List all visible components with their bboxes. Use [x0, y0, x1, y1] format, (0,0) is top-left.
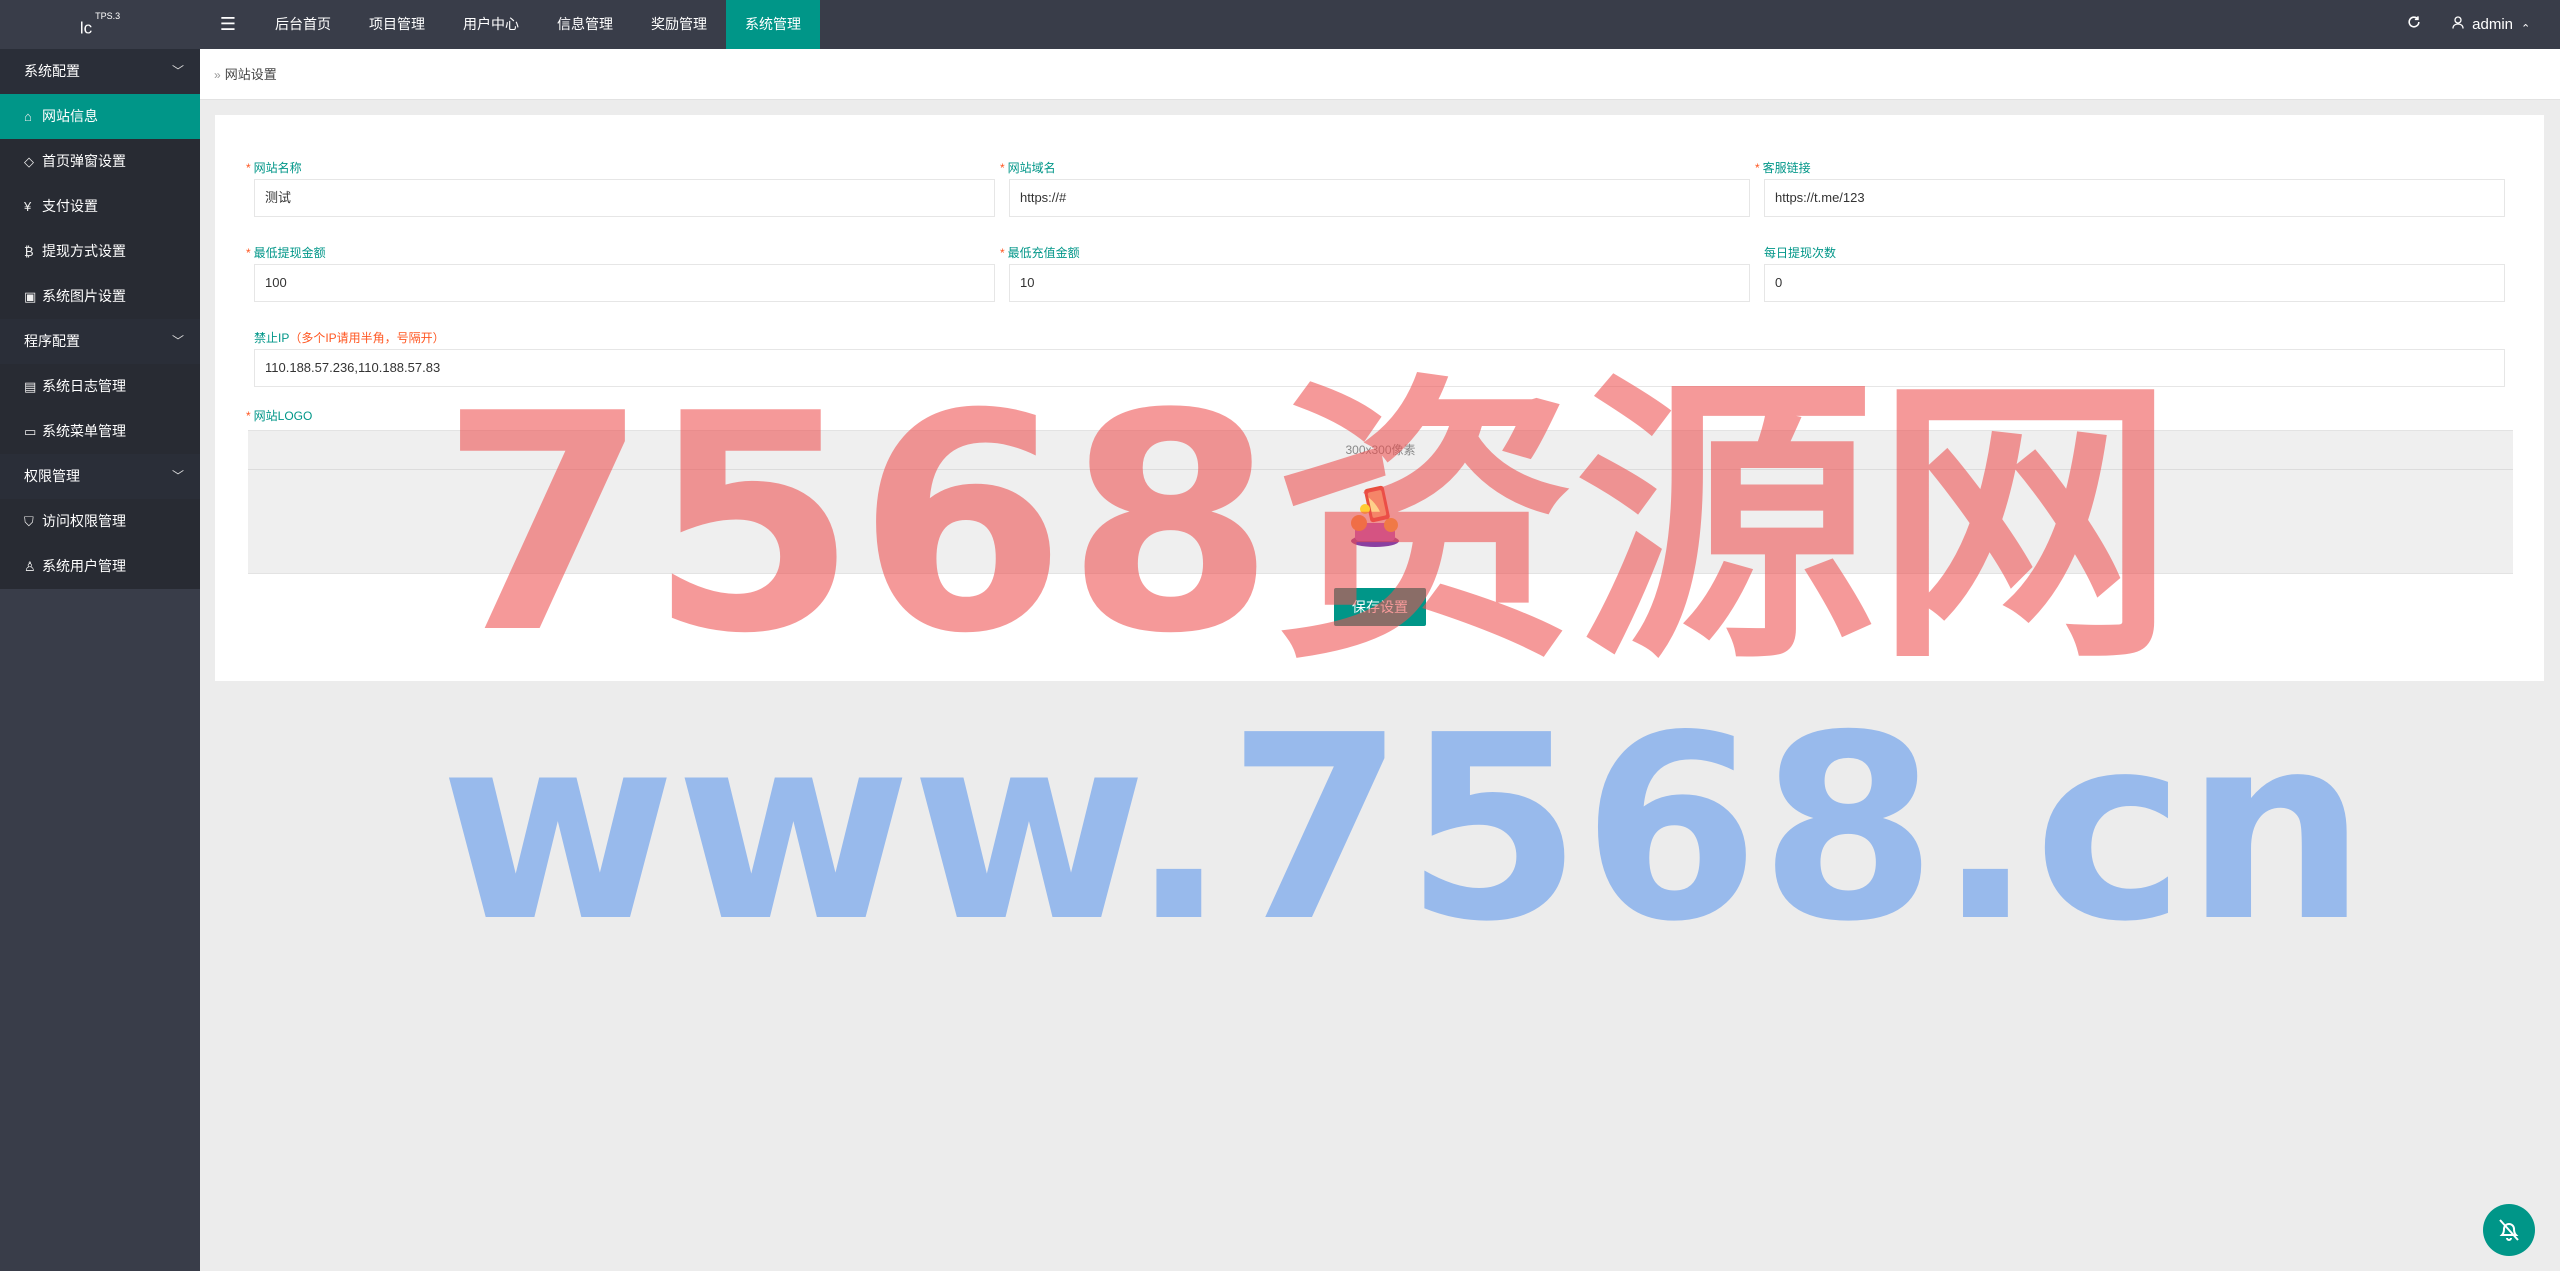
- breadcrumb-arrow-icon: »: [214, 68, 221, 82]
- bell-off-icon: [2499, 1219, 2519, 1241]
- sidebar-group-label: 权限管理: [24, 468, 80, 484]
- refresh-icon-svg: [2408, 16, 2420, 28]
- banned-ip-label-text: 禁止IP: [254, 331, 290, 345]
- menu-toggle-icon[interactable]: ☰: [200, 0, 256, 49]
- nav-projects[interactable]: 项目管理: [350, 0, 444, 49]
- app-logo[interactable]: lcTPS.3: [0, 0, 200, 49]
- sidebar-item-label: 网站信息: [42, 108, 98, 124]
- sidebar-item-system-logs[interactable]: ▤ 系统日志管理: [0, 364, 200, 409]
- sidebar-item-label: 系统菜单管理: [42, 423, 126, 439]
- chevron-down-icon: ﹀: [171, 64, 184, 78]
- sidebar-item-label: 首页弹窗设置: [42, 153, 126, 169]
- sidebar-item-access-permissions[interactable]: ⛉ 访问权限管理: [0, 499, 200, 544]
- required-mark: *: [1000, 246, 1005, 260]
- site-domain-label-text: 网站域名: [1007, 161, 1056, 175]
- watermark-text-url: www.7568.cn: [440, 681, 2367, 978]
- service-link-label: * 客服链接: [1755, 159, 1811, 176]
- banned-ip-hint: （多个IP请用半角，号隔开）: [289, 331, 445, 345]
- daily-withdraw-count-label-text: 每日提现次数: [1764, 246, 1837, 260]
- notification-bell-button[interactable]: [2483, 1204, 2535, 1256]
- min-withdraw-label: * 最低提现金额: [246, 244, 326, 261]
- banned-ip-label: 禁止IP（多个IP请用半角，号隔开）: [254, 329, 445, 346]
- site-logo-label-text: 网站LOGO: [253, 409, 313, 423]
- required-mark: *: [246, 409, 251, 423]
- menu-icon: ▭: [24, 424, 37, 439]
- daily-withdraw-count-input[interactable]: 0: [1764, 264, 2505, 302]
- top-navbar: lcTPS.3 ☰ 后台首页 项目管理 用户中心 信息管理 奖励管理 系统管理 …: [0, 0, 2560, 49]
- image-icon: ▣: [24, 289, 37, 304]
- breadcrumb: » 网站设置: [200, 49, 2560, 100]
- sidebar-item-popup-settings[interactable]: ◇ 首页弹窗设置: [0, 139, 200, 184]
- min-withdraw-label-text: 最低提现金额: [253, 246, 326, 260]
- sidebar-group-permissions[interactable]: 权限管理 ﹀: [0, 454, 200, 499]
- user-name: admin: [2472, 16, 2514, 33]
- shield-icon: ⛉: [24, 514, 34, 529]
- site-name-label: * 网站名称: [246, 159, 302, 176]
- banned-ip-input[interactable]: 110.188.57.236,110.188.57.83: [254, 349, 2505, 387]
- top-nav: 后台首页 项目管理 用户中心 信息管理 奖励管理 系统管理: [256, 0, 820, 49]
- site-name-label-text: 网站名称: [253, 161, 302, 175]
- required-mark: *: [1755, 161, 1760, 175]
- site-logo-label: * 网站LOGO: [246, 407, 312, 424]
- sidebar-item-system-users[interactable]: ♙ 系统用户管理: [0, 544, 200, 589]
- upload-divider: [248, 469, 2513, 470]
- chevron-down-icon: ﹀: [171, 334, 184, 348]
- save-button[interactable]: 保存设置: [1334, 588, 1426, 626]
- sidebar-group-program-config[interactable]: 程序配置 ﹀: [0, 319, 200, 364]
- user-menu[interactable]: admin ⌄: [2452, 0, 2560, 49]
- home-icon: ⌂: [24, 109, 32, 124]
- sidebar-group-system-config[interactable]: 系统配置 ﹀: [0, 49, 200, 94]
- service-link-label-text: 客服链接: [1762, 161, 1811, 175]
- chevron-up-icon: ⌄: [2521, 21, 2531, 33]
- required-mark: *: [246, 161, 251, 175]
- logo-upload-area[interactable]: 300x300像素: [248, 430, 2513, 574]
- file-icon: ▤: [24, 379, 37, 394]
- nav-users[interactable]: 用户中心: [444, 0, 538, 49]
- tag-icon: ◇: [24, 154, 34, 169]
- refresh-icon[interactable]: [2392, 0, 2436, 49]
- sidebar-group-label: 系统配置: [24, 63, 80, 79]
- sidebar-item-withdraw-settings[interactable]: ₿ 提现方式设置: [0, 229, 200, 274]
- logo-size-hint: 300x300像素: [1345, 443, 1416, 457]
- sidebar-group-label: 程序配置: [24, 333, 80, 349]
- sidebar-item-label: 访问权限管理: [42, 513, 126, 529]
- site-domain-label: * 网站域名: [1000, 159, 1056, 176]
- nav-home[interactable]: 后台首页: [256, 0, 350, 49]
- user-icon: ♙: [24, 559, 36, 574]
- min-recharge-input[interactable]: 10: [1009, 264, 1750, 302]
- sidebar-item-payment-settings[interactable]: ¥ 支付设置: [0, 184, 200, 229]
- sidebar-item-system-menus[interactable]: ▭ 系统菜单管理: [0, 409, 200, 454]
- nav-system[interactable]: 系统管理: [726, 0, 820, 49]
- sidebar-item-site-info[interactable]: ⌂ 网站信息: [0, 94, 200, 139]
- breadcrumb-label[interactable]: 网站设置: [225, 67, 277, 82]
- bitcoin-icon: ₿: [24, 244, 34, 259]
- user-icon: [2452, 16, 2464, 29]
- sidebar-item-image-settings[interactable]: ▣ 系统图片设置: [0, 274, 200, 319]
- nav-info[interactable]: 信息管理: [538, 0, 632, 49]
- daily-withdraw-count-label: 每日提现次数: [1764, 244, 1836, 261]
- required-mark: *: [1000, 161, 1005, 175]
- sidebar-item-label: 支付设置: [42, 198, 98, 214]
- logo-preview-image: [1351, 485, 1399, 547]
- sidebar-item-label: 系统日志管理: [42, 378, 126, 394]
- sidebar-item-label: 提现方式设置: [42, 243, 126, 259]
- min-withdraw-input[interactable]: 100: [254, 264, 995, 302]
- sidebar-item-label: 系统用户管理: [42, 558, 126, 574]
- yen-icon: ¥: [24, 199, 32, 214]
- sidebar: 系统配置 ﹀ ⌂ 网站信息 ◇ 首页弹窗设置 ¥ 支付设置 ₿ 提现方式设置 ▣ 系统图片设…: [0, 49, 200, 1271]
- min-recharge-label: * 最低充值金额: [1000, 244, 1080, 261]
- chevron-down-icon: ﹀: [171, 469, 184, 483]
- service-link-input[interactable]: https://t.me/123: [1764, 179, 2505, 217]
- nav-rewards[interactable]: 奖励管理: [632, 0, 726, 49]
- site-domain-input[interactable]: https://#: [1009, 179, 1750, 217]
- sidebar-item-label: 系统图片设置: [42, 288, 126, 304]
- min-recharge-label-text: 最低充值金额: [1007, 246, 1080, 260]
- site-name-input[interactable]: 测试: [254, 179, 995, 217]
- required-mark: *: [246, 246, 251, 260]
